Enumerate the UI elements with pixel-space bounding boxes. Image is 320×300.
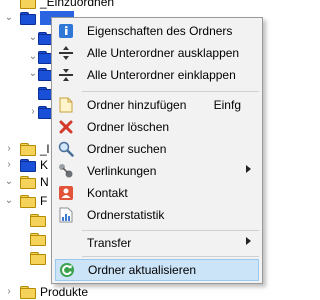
submenu-arrow-icon bbox=[246, 237, 251, 245]
contact-icon bbox=[58, 185, 74, 201]
info-icon bbox=[58, 23, 74, 39]
tree-label: K bbox=[40, 158, 49, 172]
tree-row-produkte[interactable]: › Produkte bbox=[4, 284, 88, 300]
refresh-icon bbox=[59, 262, 75, 278]
tree-row-sibling[interactable]: › _l bbox=[4, 141, 49, 157]
menu-item-eigenschaften[interactable]: Eigenschaften des Ordners bbox=[55, 20, 259, 42]
menu-item-label: Eigenschaften des Ordners bbox=[87, 24, 233, 38]
tree-row-einzuordnen[interactable]: _Einzuordnen bbox=[20, 0, 114, 10]
menu-item-label: Ordnerstatistik bbox=[87, 208, 165, 222]
tree-row-child[interactable] bbox=[30, 250, 50, 266]
folder-icon bbox=[30, 233, 46, 246]
collapse-chevron-icon[interactable]: ⌄ bbox=[4, 174, 14, 190]
folder-open-icon bbox=[20, 12, 36, 25]
menu-item-verlinkungen[interactable]: Verlinkungen bbox=[55, 160, 259, 182]
menu-item-label: Transfer bbox=[87, 236, 132, 250]
submenu-arrow-icon bbox=[246, 165, 251, 173]
menu-item-loeschen[interactable]: Ordner löschen bbox=[55, 116, 259, 138]
menu-item-einklappen[interactable]: Alle Unterordner einklappen bbox=[55, 64, 259, 86]
tree-row-child[interactable] bbox=[30, 231, 50, 247]
collapse-chevron-icon[interactable]: ⌄ bbox=[28, 30, 38, 46]
menu-item-kontakt[interactable]: Kontakt bbox=[55, 182, 259, 204]
tree-row-sibling[interactable]: ⌄ F bbox=[4, 193, 47, 209]
menu-item-label: Kontakt bbox=[87, 186, 128, 200]
menu-item-label: Verlinkungen bbox=[87, 164, 157, 178]
menu-item-label: Alle Unterordner einklappen bbox=[87, 68, 236, 82]
collapse-chevron-icon[interactable]: ⌄ bbox=[4, 10, 14, 26]
shortcut-label: Einfg bbox=[213, 98, 241, 112]
menu-item-hinzufuegen[interactable]: Ordner hinzufügen Einfg bbox=[55, 94, 259, 116]
menu-item-label: Ordner aktualisieren bbox=[88, 263, 197, 277]
menu-item-suchen[interactable]: Ordner suchen bbox=[55, 138, 259, 160]
expand-chevron-icon[interactable]: › bbox=[4, 141, 14, 157]
menu-separator bbox=[82, 91, 259, 92]
collapse-chevron-icon[interactable]: ⌄ bbox=[28, 66, 38, 82]
menu-separator bbox=[82, 230, 259, 231]
menu-item-transfer[interactable]: Transfer bbox=[55, 232, 259, 254]
expand-all-icon bbox=[58, 45, 74, 61]
menu-item-label: Alle Unterordner ausklappen bbox=[87, 46, 240, 60]
tree-label: _Einzuordnen bbox=[40, 0, 115, 9]
tree-row-child[interactable] bbox=[30, 212, 50, 228]
folder-icon bbox=[20, 286, 36, 299]
folder-icon bbox=[20, 195, 36, 208]
menu-separator bbox=[82, 256, 259, 257]
folder-icon bbox=[20, 143, 36, 156]
collapse-all-icon bbox=[58, 67, 74, 83]
collapse-chevron-icon[interactable]: ⌄ bbox=[4, 193, 14, 209]
tree-row-sibling[interactable]: ⌄ N bbox=[4, 174, 49, 190]
menu-item-label: Ordner hinzufügen bbox=[87, 98, 187, 112]
menu-item-ausklappen[interactable]: Alle Unterordner ausklappen bbox=[55, 42, 259, 64]
statistics-icon bbox=[58, 207, 74, 223]
menu-item-ordnerstatistik[interactable]: Ordnerstatistik bbox=[55, 204, 259, 226]
context-menu: Eigenschaften des Ordners Alle Unterordn… bbox=[51, 17, 263, 284]
folder-icon bbox=[20, 159, 36, 172]
tree-row-sibling[interactable]: › K bbox=[4, 157, 48, 173]
folder-icon bbox=[30, 252, 46, 265]
expand-chevron-icon[interactable]: › bbox=[4, 284, 14, 300]
collapse-chevron-icon[interactable]: ⌄ bbox=[28, 49, 38, 65]
expand-chevron-icon[interactable]: › bbox=[4, 157, 14, 173]
search-icon bbox=[58, 141, 74, 157]
link-icon bbox=[58, 163, 74, 179]
tree-label: F bbox=[40, 194, 48, 208]
folder-icon bbox=[20, 176, 36, 189]
expand-chevron-icon[interactable]: › bbox=[28, 104, 38, 120]
folder-icon bbox=[20, 0, 36, 9]
add-folder-icon bbox=[58, 97, 74, 113]
folder-icon bbox=[30, 214, 46, 227]
tree-label: N bbox=[40, 175, 49, 189]
menu-item-label: Ordner löschen bbox=[87, 120, 170, 134]
tree-label: _l bbox=[40, 142, 50, 156]
tree-label: Produkte bbox=[40, 285, 89, 299]
delete-icon bbox=[58, 119, 74, 135]
menu-item-aktualisieren[interactable]: Ordner aktualisieren bbox=[55, 259, 259, 281]
menu-item-label: Ordner suchen bbox=[87, 142, 167, 156]
